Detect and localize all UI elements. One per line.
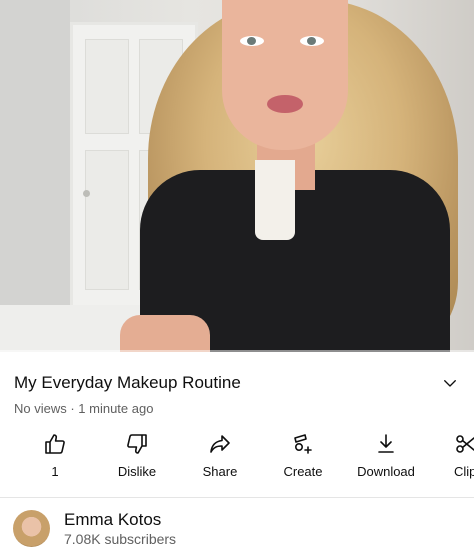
channel-name[interactable]: Emma Kotos — [64, 510, 161, 530]
dislike-button[interactable]: Dislike — [112, 432, 162, 488]
download-icon — [378, 434, 394, 453]
create-label: Create — [283, 464, 323, 479]
action-bar: 1 Dislike Share Create Download Clip — [0, 432, 474, 488]
subscriber-count: 7.08K subscribers — [64, 531, 177, 547]
thumbs-up-icon — [45, 434, 65, 454]
clip-label: Clip — [454, 464, 474, 479]
channel-avatar[interactable] — [13, 510, 50, 547]
create-remix-icon — [294, 434, 312, 454]
video-meta: No views · 1 minute ago — [14, 401, 154, 416]
create-button[interactable]: Create — [278, 432, 328, 488]
share-button[interactable]: Share — [197, 432, 243, 488]
download-label: Download — [357, 464, 415, 479]
download-button[interactable]: Download — [353, 432, 419, 488]
video-wall — [0, 0, 70, 352]
clip-button[interactable]: Clip — [454, 432, 474, 488]
chevron-down-icon[interactable] — [441, 374, 459, 392]
video-person-face — [222, 0, 348, 150]
video-person-collar — [255, 160, 295, 240]
dislike-label: Dislike — [117, 464, 157, 479]
scissors-icon — [456, 435, 474, 453]
section-divider — [0, 497, 474, 498]
thumbs-down-icon — [127, 434, 147, 454]
video-title[interactable]: My Everyday Makeup Routine — [14, 372, 241, 394]
video-person-hand — [120, 315, 210, 352]
like-button[interactable]: 1 — [42, 432, 68, 488]
share-label: Share — [202, 464, 238, 479]
video-player[interactable] — [0, 0, 474, 352]
video-progress-bar[interactable] — [0, 350, 474, 352]
like-count: 1 — [51, 464, 59, 479]
share-arrow-icon — [210, 435, 230, 453]
